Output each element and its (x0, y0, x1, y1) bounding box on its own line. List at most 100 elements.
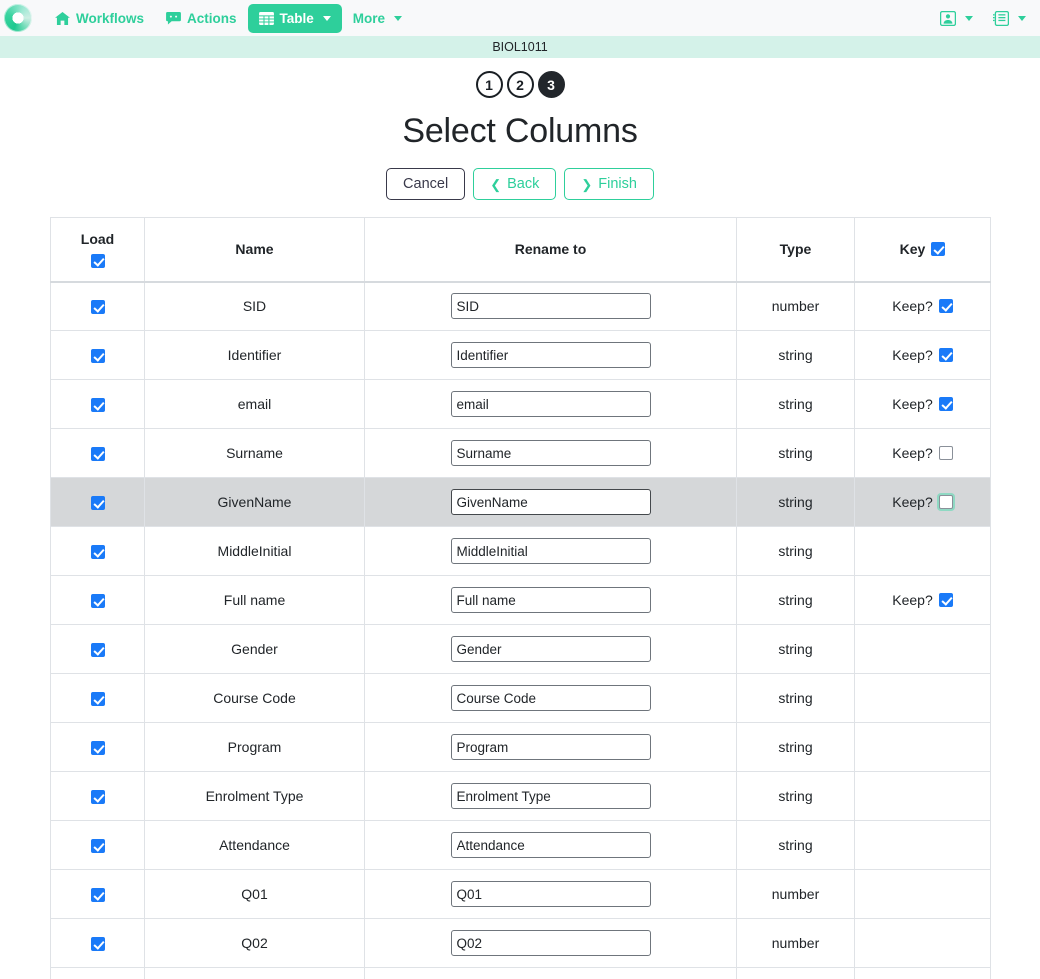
keep-label: Keep? (892, 445, 933, 461)
wizard-step-indicator: 1 2 3 (0, 71, 1040, 98)
finish-button[interactable]: ❯ Finish (564, 168, 654, 200)
nav-item-table-label: Table (279, 10, 314, 26)
table-row[interactable]: GivenName string Keep? (50, 477, 991, 527)
cell-column-name: Course Code (144, 673, 365, 723)
key-checkbox[interactable] (938, 495, 953, 509)
cell-rename (364, 869, 737, 919)
cell-load (50, 281, 145, 331)
table-row[interactable]: Q03 number (50, 967, 991, 979)
table-row[interactable]: Surname string Keep? (50, 428, 991, 478)
cell-type: string (736, 624, 855, 674)
cell-rename (364, 918, 737, 968)
rename-input[interactable] (450, 832, 651, 858)
cell-rename (364, 575, 737, 625)
load-checkbox[interactable] (90, 398, 105, 413)
chevron-right-icon: ❯ (581, 176, 593, 192)
wizard-step-2[interactable]: 2 (506, 71, 534, 98)
nav-item-actions[interactable]: Actions (155, 4, 248, 33)
nav-item-more[interactable]: More (342, 4, 413, 33)
cell-type: string (736, 428, 855, 478)
table-row[interactable]: email string Keep? (50, 379, 991, 429)
keep-label: Keep? (892, 396, 933, 412)
rename-input[interactable] (450, 881, 651, 907)
load-checkbox[interactable] (90, 496, 105, 511)
cell-load (50, 477, 145, 527)
rename-input[interactable] (450, 342, 651, 368)
brand-logo[interactable] (0, 0, 36, 36)
rename-input[interactable] (450, 636, 651, 662)
load-checkbox[interactable] (90, 839, 105, 854)
rename-input[interactable] (450, 440, 651, 466)
load-checkbox[interactable] (90, 692, 105, 707)
nav-item-table[interactable]: Table (247, 3, 342, 33)
cell-type: string (736, 477, 855, 527)
cancel-button[interactable]: Cancel (386, 168, 466, 200)
rename-input[interactable] (450, 930, 651, 956)
select-all-load-checkbox[interactable] (90, 253, 105, 268)
wizard-step-3[interactable]: 3 (537, 71, 565, 98)
cell-column-name: MiddleInitial (144, 526, 365, 576)
comment-icon (166, 11, 181, 25)
cell-key (854, 869, 991, 919)
load-checkbox[interactable] (90, 888, 105, 903)
load-checkbox[interactable] (90, 937, 105, 952)
load-checkbox[interactable] (90, 790, 105, 805)
column-header-key-label: Key (899, 241, 926, 258)
rename-input[interactable] (450, 587, 651, 613)
table-row[interactable]: Course Code string (50, 673, 991, 723)
load-checkbox[interactable] (90, 349, 105, 364)
table-row[interactable]: MiddleInitial string (50, 526, 991, 576)
nav-item-workflows[interactable]: Workflows (44, 4, 155, 33)
page-title: Select Columns (402, 112, 638, 150)
cell-column-name: Q02 (144, 918, 365, 968)
columns-table-wrapper: Load Name Rename to Type Key SID number Ke… (0, 200, 1040, 979)
navbar: Workflows Actions Table More (0, 0, 1040, 36)
table-row[interactable]: SID number Keep? (50, 281, 991, 331)
rename-input[interactable] (450, 538, 651, 564)
rename-input[interactable] (450, 489, 651, 515)
table-row[interactable]: Q02 number (50, 918, 991, 968)
cell-load (50, 722, 145, 772)
cancel-button-label: Cancel (403, 176, 449, 192)
nav-item-logs-menu[interactable] (991, 5, 1028, 32)
rename-input[interactable] (450, 685, 651, 711)
cell-load (50, 330, 145, 380)
column-header-load: Load (50, 217, 145, 283)
load-checkbox[interactable] (90, 594, 105, 609)
back-button[interactable]: ❮ Back (473, 168, 557, 200)
key-checkbox[interactable] (938, 397, 953, 411)
cell-type: string (736, 526, 855, 576)
cell-rename (364, 281, 737, 331)
key-checkbox[interactable] (938, 593, 953, 607)
wizard-step-1[interactable]: 1 (475, 71, 503, 98)
nav-item-user-menu[interactable] (938, 5, 975, 32)
cell-rename (364, 330, 737, 380)
table-row[interactable]: Full name string Keep? (50, 575, 991, 625)
cell-column-name: Surname (144, 428, 365, 478)
table-row[interactable]: Q01 number (50, 869, 991, 919)
load-checkbox[interactable] (90, 545, 105, 560)
load-checkbox[interactable] (90, 643, 105, 658)
cell-type: number (736, 869, 855, 919)
key-checkbox[interactable] (938, 446, 953, 460)
cell-rename (364, 624, 737, 674)
table-row[interactable]: Enrolment Type string (50, 771, 991, 821)
rename-input[interactable] (450, 734, 651, 760)
table-row[interactable]: Attendance string (50, 820, 991, 870)
rename-input[interactable] (450, 293, 651, 320)
wizard-step-1-label: 1 (485, 76, 493, 93)
rename-input[interactable] (450, 783, 651, 809)
rename-input[interactable] (450, 391, 651, 417)
select-all-key-checkbox[interactable] (931, 242, 946, 257)
cell-load (50, 771, 145, 821)
table-row[interactable]: Identifier string Keep? (50, 330, 991, 380)
cell-key (854, 820, 991, 870)
load-checkbox[interactable] (90, 300, 105, 315)
load-checkbox[interactable] (90, 741, 105, 756)
key-checkbox[interactable] (938, 299, 953, 314)
load-checkbox[interactable] (90, 447, 105, 462)
table-row[interactable]: Gender string (50, 624, 991, 674)
key-checkbox[interactable] (938, 348, 953, 362)
table-row[interactable]: Program string (50, 722, 991, 772)
cell-load (50, 624, 145, 674)
